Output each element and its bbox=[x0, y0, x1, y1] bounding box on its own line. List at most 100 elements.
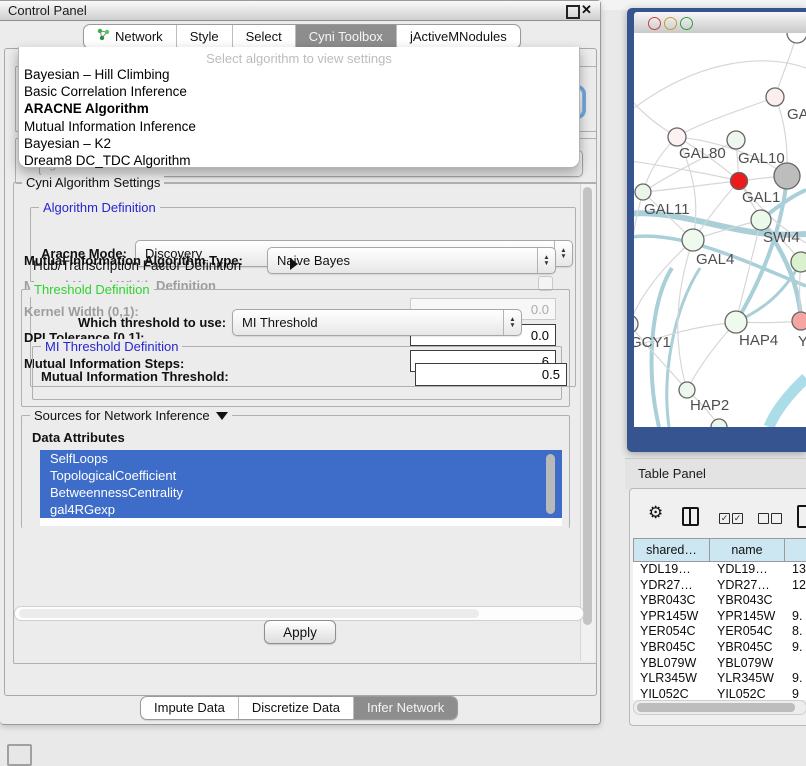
data-attributes-list[interactable]: SelfLoopsTopologicalCoefficientBetweenne… bbox=[40, 450, 562, 526]
network-node[interactable] bbox=[791, 252, 806, 272]
table-panel-titlebar[interactable]: Table Panel bbox=[625, 458, 806, 489]
tab-infer-network[interactable]: Infer Network bbox=[353, 697, 457, 719]
select-all-columns-icon[interactable]: ✓ bbox=[719, 513, 730, 524]
table-cell: 13 bbox=[785, 562, 806, 578]
network-node-hap2[interactable] bbox=[679, 382, 695, 398]
list-item-betweennesscentrality[interactable]: BetweennessCentrality bbox=[40, 484, 562, 501]
apply-button[interactable]: Apply bbox=[264, 620, 336, 644]
deselect-all-columns-icon-2[interactable] bbox=[771, 513, 782, 524]
network-node-label: GAL4 bbox=[696, 251, 734, 268]
minimize-traffic-light-icon[interactable] bbox=[664, 17, 677, 30]
tab-style[interactable]: Style bbox=[176, 25, 232, 48]
algorithm-option-bayesian-k2[interactable]: Bayesian – K2 bbox=[19, 135, 579, 152]
settings-horizontal-scrollbar[interactable] bbox=[14, 606, 584, 621]
network-node-gal1[interactable] bbox=[731, 173, 748, 190]
table-row[interactable]: YBR045CYBR045C9. bbox=[633, 640, 806, 656]
threshold-definition-title: Threshold Definition bbox=[30, 282, 154, 297]
table-row[interactable]: YDR27…YDR27…12 bbox=[633, 578, 806, 594]
column-header-0[interactable]: shared… bbox=[633, 538, 710, 562]
tab-jactivemnodules[interactable]: jActiveMNodules bbox=[396, 25, 520, 48]
algorithm-dropdown-items: Bayesian – Hill ClimbingBasic Correlatio… bbox=[19, 66, 579, 169]
network-node-gal4[interactable] bbox=[682, 229, 704, 251]
network-node-y[interactable] bbox=[792, 312, 806, 330]
algorithm-definition-title: Algorithm Definition bbox=[39, 200, 160, 215]
table-cell bbox=[785, 593, 806, 609]
settings-vertical-scrollbar[interactable] bbox=[580, 184, 595, 661]
hscrollbar-thumb[interactable] bbox=[19, 609, 479, 618]
table-row[interactable]: YBR043CYBR043C bbox=[633, 593, 806, 609]
settings-scrollbar-thumb[interactable] bbox=[583, 187, 592, 625]
network-edge[interactable] bbox=[687, 322, 736, 390]
zoom-traffic-light-icon[interactable] bbox=[680, 17, 693, 30]
which-threshold-combo[interactable]: MI Threshold ▲▼ bbox=[232, 309, 522, 336]
table-cell: 12 bbox=[785, 578, 806, 594]
sources-title: Sources for Network Inference bbox=[30, 408, 232, 423]
algorithm-option-aracne-algorithm[interactable]: ARACNE Algorithm bbox=[19, 100, 579, 117]
tab-select[interactable]: Select bbox=[232, 25, 295, 48]
tab-label: Network bbox=[115, 29, 163, 44]
list-item-selfloops[interactable]: SelfLoops bbox=[40, 450, 562, 467]
network-node-gcy1[interactable] bbox=[634, 315, 638, 333]
table-row[interactable]: YPR145WYPR145W9. bbox=[633, 609, 806, 625]
list-item-gal4rgexp[interactable]: gal4RGexp bbox=[40, 501, 562, 518]
algorithm-option-dream8-dc-tdc-algorithm[interactable]: Dream8 DC_TDC Algorithm bbox=[19, 152, 579, 169]
network-edge[interactable] bbox=[643, 137, 677, 192]
collapse-arrow-icon[interactable] bbox=[216, 412, 228, 420]
algorithm-option-bayesian-hill-climbing[interactable]: Bayesian – Hill Climbing bbox=[19, 66, 579, 83]
network-edge-highlighted[interactable] bbox=[769, 378, 806, 427]
column-header-1[interactable]: name bbox=[710, 538, 785, 562]
spinner-arrows-icon[interactable]: ▲▼ bbox=[537, 248, 555, 273]
mi-algorithm-type-combo[interactable]: Naive Bayes ▲▼ bbox=[267, 247, 556, 274]
network-node[interactable] bbox=[711, 419, 727, 427]
network-edge[interactable] bbox=[677, 97, 775, 137]
table-row[interactable]: YDL19…YDL19…13 bbox=[633, 562, 806, 578]
table-row[interactable]: YER054CYER054C8. bbox=[633, 624, 806, 640]
close-icon[interactable]: ✕ bbox=[581, 2, 592, 18]
tab-impute-data[interactable]: Impute Data bbox=[141, 697, 238, 719]
table-cell: 8. bbox=[785, 624, 806, 640]
table-row[interactable]: YBL079WYBL079W bbox=[633, 656, 806, 672]
control-panel-title: Control Panel bbox=[8, 3, 87, 18]
network-edge[interactable] bbox=[634, 160, 739, 181]
network-view-window[interactable]: GALGAL80GAL10GAL1GAL11SWI4GAL4GCY1HAP4YH… bbox=[627, 8, 806, 452]
control-panel-titlebar[interactable]: Control Panel ✕ bbox=[0, 1, 600, 21]
hub-definition-label[interactable]: Hub/Transcription Factor Definition bbox=[33, 258, 241, 273]
network-node-gal[interactable] bbox=[766, 88, 784, 106]
table-horizontal-scrollbar[interactable] bbox=[633, 700, 806, 715]
split-columns-icon[interactable] bbox=[682, 507, 699, 526]
select-all-columns-icon-2[interactable]: ✓ bbox=[732, 513, 743, 524]
table-row[interactable]: YIL052CYIL052C9 bbox=[633, 687, 806, 700]
tab-cyni-toolbox[interactable]: Cyni Toolbox bbox=[295, 25, 396, 48]
table-row[interactable]: YLR345WYLR345W9. bbox=[633, 671, 806, 687]
algorithm-option-mutual-information-inference[interactable]: Mutual Information Inference bbox=[19, 118, 579, 135]
table-hscrollbar-thumb[interactable] bbox=[637, 703, 795, 712]
deselect-all-columns-icon[interactable] bbox=[758, 513, 769, 524]
collapsed-panel-button[interactable] bbox=[7, 744, 32, 766]
tab-network[interactable]: Network bbox=[84, 25, 176, 48]
list-scrollbar-thumb[interactable] bbox=[546, 454, 555, 514]
close-traffic-light-icon[interactable] bbox=[648, 17, 661, 30]
network-canvas[interactable]: GALGAL80GAL10GAL1GAL11SWI4GAL4GCY1HAP4YH… bbox=[634, 33, 806, 427]
mi-threshold-field[interactable]: 0.5 bbox=[415, 363, 567, 386]
table-cell: YDR27… bbox=[710, 578, 785, 594]
network-node-gal11[interactable] bbox=[635, 184, 651, 200]
network-node[interactable] bbox=[787, 33, 806, 43]
new-table-icon[interactable] bbox=[797, 505, 806, 528]
tab-label: Infer Network bbox=[367, 700, 444, 715]
expand-arrow-icon[interactable] bbox=[290, 258, 298, 270]
column-header-2[interactable] bbox=[785, 538, 806, 562]
spinner-arrows-icon[interactable]: ▲▼ bbox=[554, 241, 572, 266]
list-item-topologicalcoefficient[interactable]: TopologicalCoefficient bbox=[40, 467, 562, 484]
network-edge[interactable] bbox=[736, 220, 761, 322]
gear-icon[interactable]: ⚙ bbox=[648, 503, 663, 523]
table-cell: YPR145W bbox=[710, 609, 785, 625]
network-node-gal10[interactable] bbox=[727, 131, 745, 149]
tab-discretize-data[interactable]: Discretize Data bbox=[238, 697, 353, 719]
network-node-gal80[interactable] bbox=[668, 128, 686, 146]
float-icon[interactable] bbox=[566, 5, 580, 19]
network-node-swi4[interactable] bbox=[751, 210, 771, 230]
network-node-hap4[interactable] bbox=[725, 311, 747, 333]
algorithm-option-basic-correlation-inference[interactable]: Basic Correlation Inference bbox=[19, 83, 579, 100]
network-view-titlebar[interactable] bbox=[634, 12, 806, 34]
spinner-arrows-icon[interactable]: ▲▼ bbox=[503, 310, 521, 335]
